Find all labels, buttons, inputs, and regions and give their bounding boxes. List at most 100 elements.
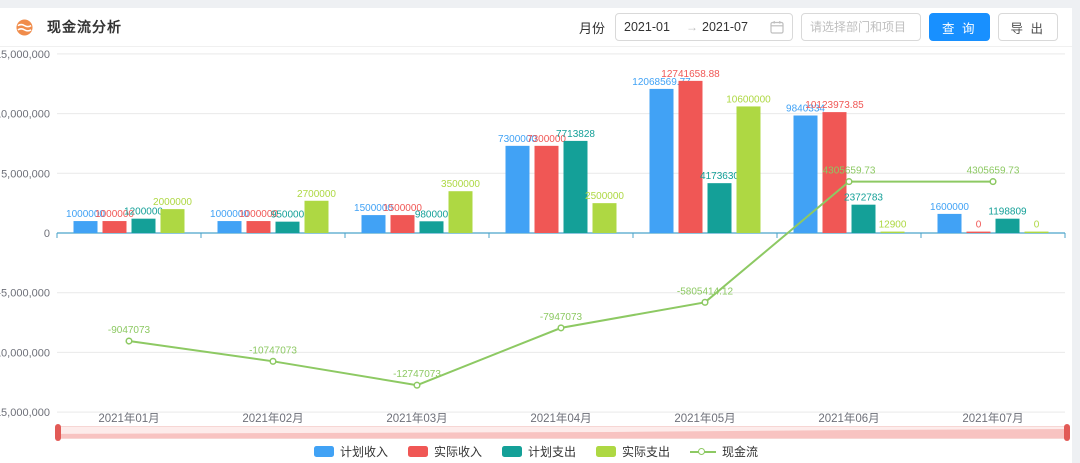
bar[interactable] xyxy=(506,146,530,233)
bar-value-label: 0 xyxy=(976,220,982,231)
bar[interactable] xyxy=(1025,232,1049,233)
bar-value-label: 7713828 xyxy=(556,129,595,140)
app-logo-icon xyxy=(16,19,33,36)
y-axis-tick-label: -15,000,000 xyxy=(0,407,50,419)
bar[interactable] xyxy=(535,146,559,233)
line-value-label: -7947073 xyxy=(540,312,583,323)
datazoom-slider[interactable] xyxy=(57,426,1068,439)
bar-value-label: 1198809 xyxy=(988,207,1027,218)
cashflow-chart[interactable]: 15,000,00010,000,0005,000,0000-5,000,000… xyxy=(0,47,1072,425)
y-axis-tick-label: -10,000,000 xyxy=(0,347,50,359)
month-range-picker[interactable]: → xyxy=(615,13,793,41)
bar[interactable] xyxy=(794,116,818,233)
x-axis-label: 2021年02月 xyxy=(242,411,303,425)
bar[interactable] xyxy=(74,221,98,233)
bar[interactable] xyxy=(881,232,905,233)
bar[interactable] xyxy=(564,141,588,233)
bar[interactable] xyxy=(391,215,415,233)
chart-area: 15,000,00010,000,0005,000,0000-5,000,000… xyxy=(0,47,1072,425)
bar[interactable] xyxy=(161,209,185,233)
x-axis-label: 2021年05月 xyxy=(674,411,735,425)
cashflow-panel: 现金流分析 月份 → 查 询 导 出 15,000,00010,000,0005… xyxy=(0,8,1072,463)
legend-label: 现金流 xyxy=(722,443,758,460)
x-axis-label: 2021年01月 xyxy=(98,411,159,425)
legend-line-icon xyxy=(690,446,716,457)
legend-swatch xyxy=(596,446,616,457)
legend-swatch xyxy=(502,446,522,457)
line-point[interactable] xyxy=(558,325,564,331)
bar-value-label: 12741658.88 xyxy=(661,69,720,80)
bar[interactable] xyxy=(938,214,962,233)
bar-value-label: 10600000 xyxy=(726,94,771,105)
x-axis-label: 2021年03月 xyxy=(386,411,447,425)
x-axis-label: 2021年06月 xyxy=(818,411,879,425)
line-point[interactable] xyxy=(702,300,708,306)
legend-swatch xyxy=(314,446,334,457)
bar-value-label: 2700000 xyxy=(297,189,336,200)
line-value-label: -5805414.12 xyxy=(677,286,734,297)
legend-item-计划支出[interactable]: 计划支出 xyxy=(502,443,576,460)
legend-item-现金流[interactable]: 现金流 xyxy=(690,443,758,460)
bar[interactable] xyxy=(218,221,242,233)
bar[interactable] xyxy=(650,89,674,233)
range-arrow-icon: → xyxy=(686,20,698,34)
bar[interactable] xyxy=(967,232,991,233)
datazoom-row xyxy=(0,425,1072,441)
bar[interactable] xyxy=(449,191,473,233)
project-select-input[interactable] xyxy=(801,13,921,41)
datazoom-right-handle[interactable] xyxy=(1064,424,1070,441)
bar-value-label: 980000 xyxy=(415,209,449,220)
bar-value-label: 12900 xyxy=(879,220,907,231)
bar[interactable] xyxy=(132,219,156,233)
line-point[interactable] xyxy=(270,359,276,365)
bar-value-label: 2000000 xyxy=(153,197,192,208)
datazoom-left-handle[interactable] xyxy=(55,424,61,441)
bar[interactable] xyxy=(679,81,703,233)
line-point[interactable] xyxy=(990,179,996,185)
month-field-label: 月份 xyxy=(579,18,605,37)
bar[interactable] xyxy=(593,203,617,233)
chart-legend: 计划收入 实际收入 计划支出 实际支出 现金流 xyxy=(0,441,1072,463)
line-value-label: 4305659.73 xyxy=(823,166,876,177)
bar[interactable] xyxy=(103,221,127,233)
end-month-input[interactable] xyxy=(702,20,760,34)
y-axis-tick-label: 0 xyxy=(44,228,50,240)
bar[interactable] xyxy=(708,183,732,233)
bar[interactable] xyxy=(420,221,444,233)
legend-item-计划收入[interactable]: 计划收入 xyxy=(314,443,388,460)
bar-value-label: 10123973.85 xyxy=(805,100,864,111)
page-title: 现金流分析 xyxy=(47,17,122,37)
query-button[interactable]: 查 询 xyxy=(929,13,989,41)
panel-header: 现金流分析 月份 → 查 询 导 出 xyxy=(0,8,1072,47)
bar-value-label: 1200000 xyxy=(124,207,163,218)
legend-item-实际收入[interactable]: 实际收入 xyxy=(408,443,482,460)
bar[interactable] xyxy=(276,222,300,233)
line-value-label: -12747073 xyxy=(393,369,441,380)
line-value-label: -10747073 xyxy=(249,345,297,356)
bar[interactable] xyxy=(737,106,761,233)
line-point[interactable] xyxy=(846,179,852,185)
x-axis-label: 2021年07月 xyxy=(962,411,1023,425)
start-month-input[interactable] xyxy=(624,20,682,34)
legend-label: 实际支出 xyxy=(622,443,670,460)
legend-label: 计划支出 xyxy=(528,443,576,460)
x-axis-label: 2021年04月 xyxy=(530,411,591,425)
bar[interactable] xyxy=(247,221,271,233)
line-point[interactable] xyxy=(126,338,132,344)
y-axis-tick-label: 5,000,000 xyxy=(1,168,50,180)
bar-value-label: 0 xyxy=(1034,220,1040,231)
line-point[interactable] xyxy=(414,382,420,388)
bar[interactable] xyxy=(996,219,1020,233)
bar-value-label: 4173630 xyxy=(700,171,739,182)
legend-swatch xyxy=(408,446,428,457)
line-value-label: 4305659.73 xyxy=(967,166,1020,177)
export-button[interactable]: 导 出 xyxy=(998,13,1058,41)
filter-bar: 月份 → 查 询 导 出 xyxy=(579,13,1058,41)
legend-item-实际支出[interactable]: 实际支出 xyxy=(596,443,670,460)
bar-value-label: 1600000 xyxy=(930,202,969,213)
bar[interactable] xyxy=(362,215,386,233)
bar[interactable] xyxy=(305,201,329,233)
datazoom-data-shadow xyxy=(58,427,1067,438)
bar[interactable] xyxy=(852,205,876,233)
bar-value-label: 950000 xyxy=(271,210,305,221)
